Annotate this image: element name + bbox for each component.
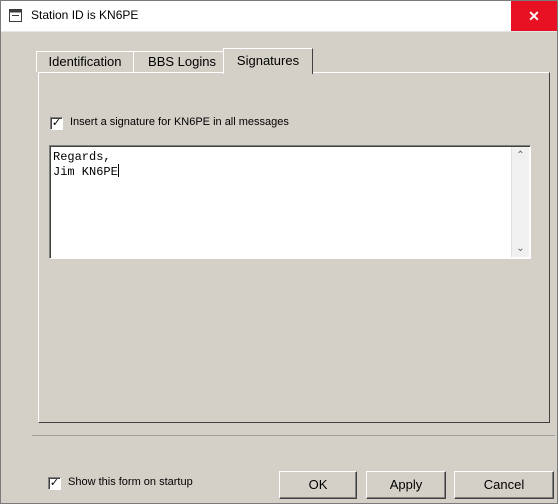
insert-signature-label[interactable]: Insert a signature for KN6PE in all mess… [70,116,289,128]
window-title: Station ID is KN6PE [31,8,139,22]
tab-identification[interactable]: Identification [36,51,134,72]
window-app-icon [9,9,22,22]
insert-signature-checkbox[interactable]: ✓ [50,117,63,130]
show-on-startup-checkbox[interactable]: ✓ [48,477,61,490]
tab-bbs-logins[interactable]: BBS Logins [133,51,231,72]
show-on-startup-label[interactable]: Show this form on startup [68,476,193,488]
station-id-window: Station ID is KN6PE ✕ Identification BBS… [0,0,558,504]
footer-divider [32,435,555,436]
ok-button[interactable]: OK [279,471,357,499]
text-caret [117,164,119,177]
cancel-button[interactable]: Cancel [454,471,554,499]
title-bar[interactable]: Station ID is KN6PE ✕ [1,1,557,32]
signature-line-2: Jim KN6PE [53,165,118,179]
check-icon: ✓ [49,477,60,489]
signature-line-1: Regards, [53,150,111,164]
tab-signatures[interactable]: Signatures [223,48,313,74]
signature-scrollbar[interactable]: ⌃ ⌄ [511,147,529,257]
scroll-down-arrow-icon[interactable]: ⌄ [512,240,529,257]
close-button[interactable]: ✕ [511,1,557,31]
close-icon: ✕ [528,8,540,24]
signature-text[interactable]: Regards, Jim KN6PE [53,150,119,179]
signature-textarea[interactable]: Regards, Jim KN6PE ⌃ ⌄ [49,145,531,259]
apply-button[interactable]: Apply [366,471,446,499]
check-icon: ✓ [51,117,62,129]
scroll-up-arrow-icon[interactable]: ⌃ [512,147,529,164]
signatures-panel: ✓ Insert a signature for KN6PE in all me… [38,72,550,423]
